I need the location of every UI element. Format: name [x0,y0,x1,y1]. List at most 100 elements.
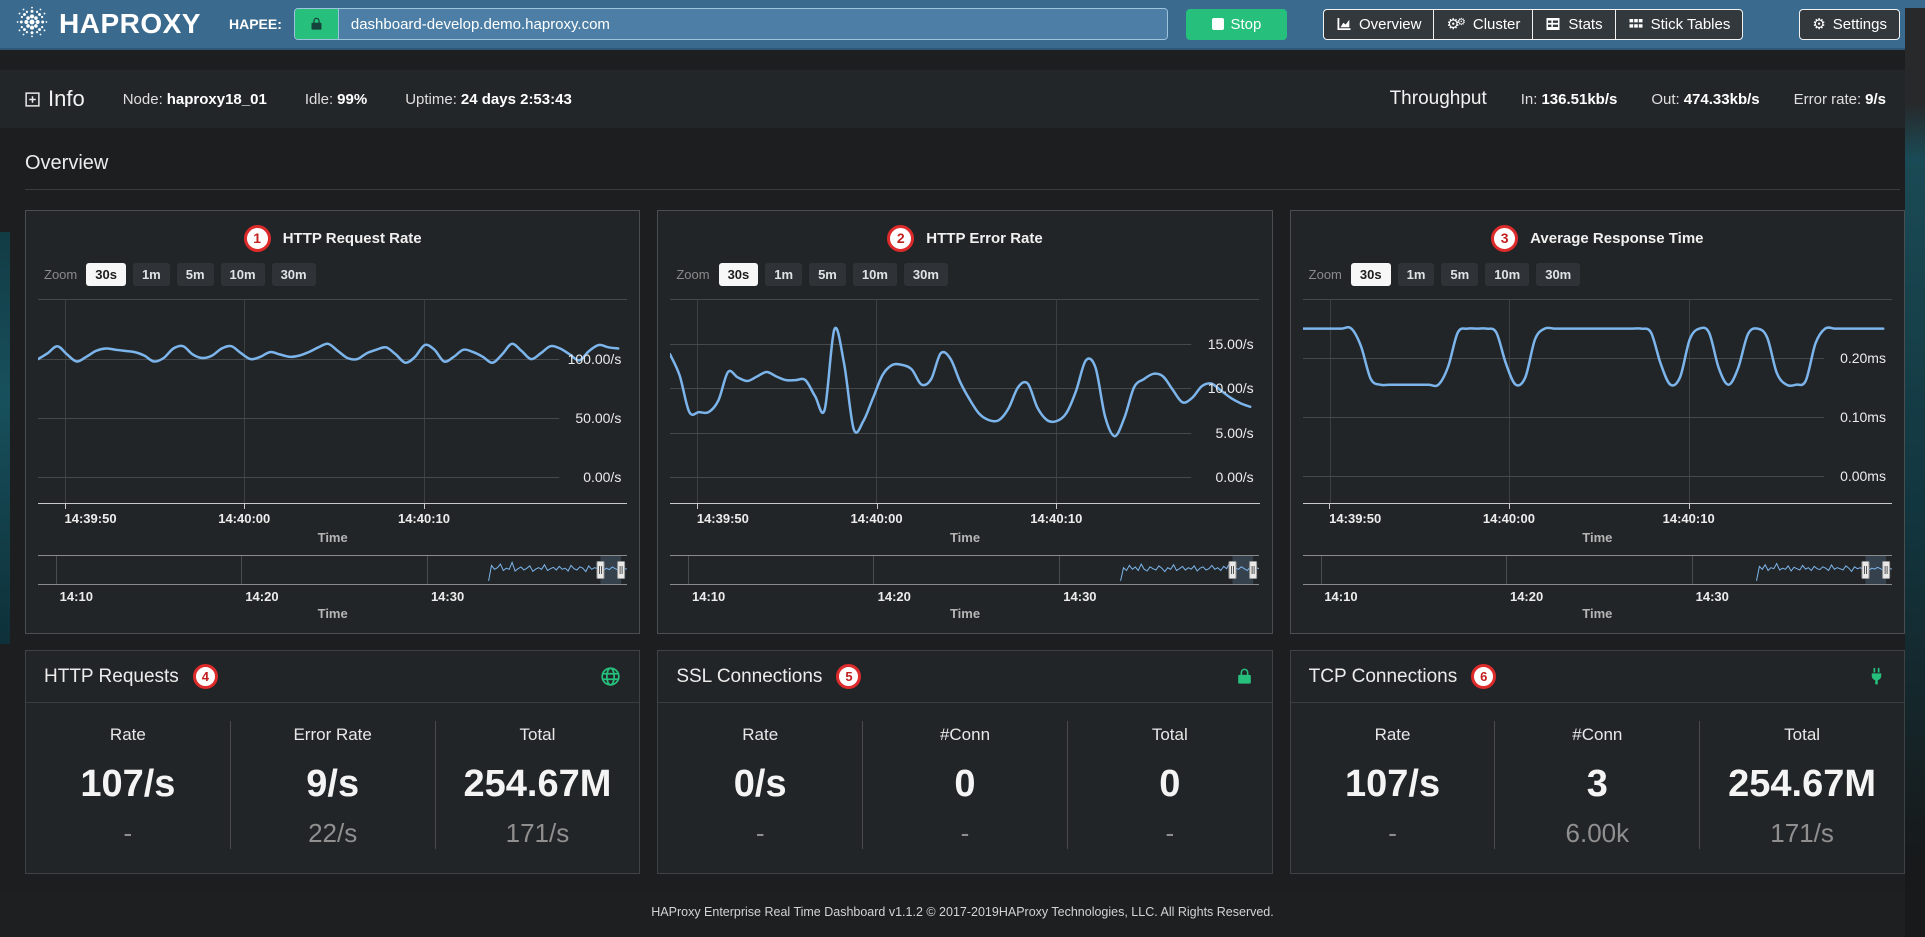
navigator-label: 14:20 [878,589,911,604]
vertical-scrollbar[interactable] [1905,8,1925,937]
y-axis-label: 15.00/s [1208,336,1254,352]
stat-column-total: Total 254.67M 171/s [435,721,640,849]
zoom-option-10m[interactable]: 10m [853,263,897,286]
zoom-option-5m[interactable]: 5m [177,263,214,286]
uptime-info: Uptime:24 days 2:53:43 [405,91,572,108]
table-icon [1545,16,1561,32]
x-axis-tick [1056,504,1057,509]
x-axis-label: 14:40:00 [851,511,903,526]
throughput-title: Throughput [1390,88,1487,110]
step-badge-2: 2 [887,225,914,252]
chart-navigator[interactable] [670,555,1259,585]
plus-square-icon [25,92,40,107]
http-requests-card: HTTP Requests 4 Rate 107/s - Error Rate … [25,650,640,874]
footer-text: HAProxy Enterprise Real Time Dashboard v… [651,905,1274,919]
y-axis-label: 0.00/s [1216,469,1254,485]
zoom-option-30m[interactable]: 30m [1536,263,1580,286]
zoom-controls: Zoom 30s1m5m10m30m [44,261,627,287]
navigator-labels: 14:1014:2014:30 [38,586,627,606]
stat-column-rate: Rate 107/s - [1291,721,1495,849]
zoom-option-30s[interactable]: 30s [86,263,126,286]
navigator-svg [670,555,1259,585]
zoom-option-1m[interactable]: 1m [1398,263,1435,286]
chart-plot-area[interactable]: 100.00/s 50.00/s 0.00/s [38,299,627,504]
navigator-handle[interactable] [618,562,625,579]
chart-plot-area[interactable]: 0.20ms0.10ms0.00ms [1303,299,1892,504]
y-axis-label: 0.20ms [1840,350,1886,366]
x-axis-tick [1509,504,1510,509]
background-texture-left [0,232,10,644]
navigator-handle[interactable] [1229,562,1236,579]
step-badge-5: 5 [836,664,861,689]
step-badge-3: 3 [1491,225,1518,252]
zoom-option-30s[interactable]: 30s [1351,263,1391,286]
lock-button[interactable] [295,9,339,39]
stat-column-conn: #Conn 0 - [862,721,1067,849]
haproxy-dashboard: HAPROXY HAPEE: Stop Overview ⚙⚙ [0,0,1925,937]
x-axis-label: 14:39:50 [697,511,749,526]
settings-button[interactable]: ⚙ Settings [1799,9,1900,40]
navigator-svg [1303,555,1892,585]
stop-button[interactable]: Stop [1186,9,1287,40]
navigator-handle[interactable] [597,562,604,579]
x-axis-title: Time [670,530,1259,545]
zoom-option-30m[interactable]: 30m [272,263,316,286]
y-axis-label: 50.00/s [575,410,621,426]
zoom-controls: Zoom 30s1m5m10m30m [676,261,1259,287]
haproxy-logo-icon [14,4,50,45]
navigator-axis-title: Time [38,606,627,621]
gear-icon: ⚙ [1812,17,1825,32]
zoom-option-5m[interactable]: 5m [1441,263,1478,286]
section-divider [25,189,1900,190]
zoom-option-10m[interactable]: 10m [1485,263,1529,286]
info-title: Info [48,86,85,112]
x-axis-tick [877,504,878,509]
navigator-label: 14:30 [1063,589,1096,604]
nav-stick-tables-button[interactable]: Stick Tables [1615,9,1744,40]
throughput-out: Out:474.33kb/s [1651,91,1759,108]
x-axis-tick [1689,504,1690,509]
zoom-option-1m[interactable]: 1m [133,263,170,286]
y-axis-label: 0.00/s [583,469,621,485]
node-info: Node:haproxy18_01 [123,91,267,108]
address-input[interactable] [339,9,1167,39]
navigator-axis-title: Time [1303,606,1892,621]
navigator-labels: 14:1014:2014:30 [1303,586,1892,606]
nav-overview-button[interactable]: Overview [1323,9,1434,40]
nav-stats-button[interactable]: Stats [1532,9,1614,40]
haproxy-brand: HAPROXY [14,4,201,45]
chart-plot-area[interactable]: 15.00/s10.00/s5.00/s0.00/s [670,299,1259,504]
chart-navigator[interactable] [1303,555,1892,585]
navigator-handle[interactable] [1882,562,1889,579]
plug-icon [1867,666,1886,687]
chart-title: HTTP Request Rate [283,230,422,247]
average-response-time-chart-card: 3 Average Response Time Zoom 30s1m5m10m3… [1290,210,1905,634]
navigator-handle[interactable] [1862,562,1869,579]
http-request-rate-chart-card: 1 HTTP Request Rate Zoom 30s1m5m10m30m 1… [25,210,640,634]
zoom-option-10m[interactable]: 10m [221,263,265,286]
y-axis-label: 100.00/s [568,351,622,367]
chart-navigator[interactable] [38,555,627,585]
card-title: HTTP Requests [44,666,179,688]
x-axis-tick [244,504,245,509]
stat-column-total: Total 0 - [1067,721,1272,849]
y-axis-label: 5.00/s [1216,425,1254,441]
zoom-option-30m[interactable]: 30m [904,263,948,286]
zoom-option-30s[interactable]: 30s [719,263,759,286]
step-badge-4: 4 [193,664,218,689]
nav-cluster-button[interactable]: ⚙⚙ Cluster [1433,9,1532,40]
x-axis-label: 14:39:50 [65,511,117,526]
overview-section-head: Overview [0,128,1925,190]
chart-svg [670,299,1259,503]
zoom-option-1m[interactable]: 1m [765,263,802,286]
navigator-label: 14:20 [1510,589,1543,604]
x-axis-title: Time [38,530,627,545]
x-axis-label: 14:40:10 [1030,511,1082,526]
zoom-option-5m[interactable]: 5m [809,263,846,286]
idle-info: Idle:99% [305,91,367,108]
card-title: SSL Connections [676,666,822,688]
navigator-handle[interactable] [1250,562,1257,579]
step-badge-1: 1 [244,225,271,252]
cogs-icon: ⚙⚙ [1446,16,1465,33]
info-expander[interactable]: Info [25,86,85,112]
